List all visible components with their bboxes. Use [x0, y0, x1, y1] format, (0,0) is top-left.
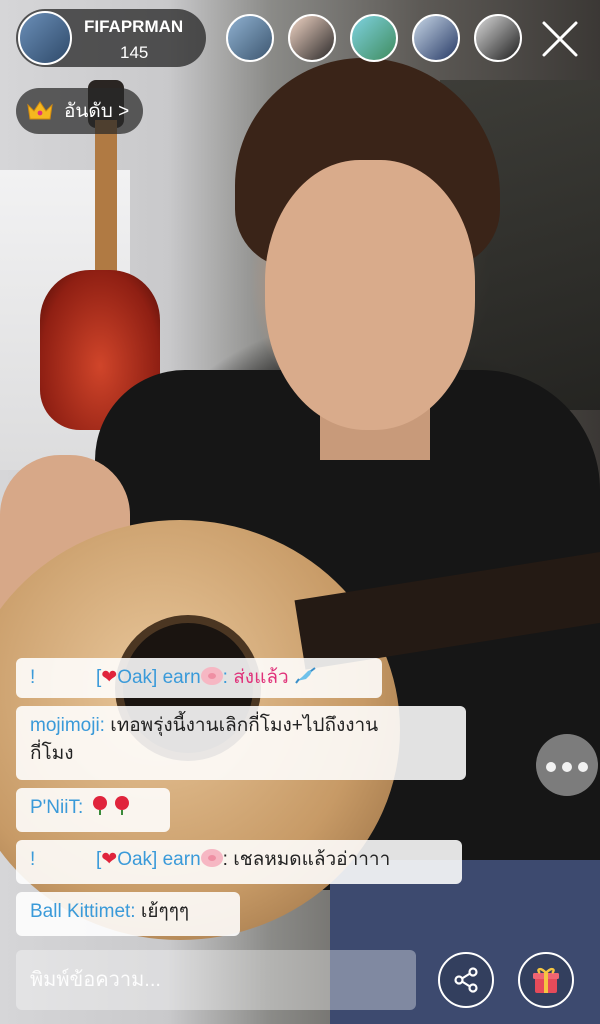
- rose-icon: [92, 796, 107, 815]
- pig-icon: [200, 667, 223, 685]
- live-stream-screen: FIFAPRMAN 145 อันดับ > ! [❤Oak] earn: ส่ง…: [0, 0, 600, 1024]
- chat-message: Ball Kittimet: เย้ๆๆๆ: [16, 892, 240, 936]
- share-button[interactable]: [438, 952, 494, 1008]
- more-icon: [578, 762, 588, 772]
- host-count: 145: [120, 43, 149, 62]
- close-button[interactable]: [536, 15, 584, 63]
- viewer-avatar[interactable]: [288, 14, 336, 62]
- more-icon: [562, 762, 572, 772]
- chat-username: Ball Kittimet:: [30, 901, 136, 922]
- viewer-avatar[interactable]: [226, 14, 274, 62]
- host-avatar[interactable]: [18, 11, 72, 65]
- chat-text: : เชลหมดแล้วอ่าาาา: [222, 849, 391, 870]
- more-button[interactable]: [536, 734, 598, 796]
- chat-message: P'NiiT:: [16, 788, 170, 832]
- chat-prefix: !: [30, 667, 36, 688]
- message-input-bar[interactable]: [16, 950, 416, 1010]
- close-icon: [542, 21, 578, 57]
- share-icon: [454, 967, 478, 993]
- chat-text-continued: กี่โมง: [30, 743, 74, 764]
- guitar-neck: [95, 120, 117, 290]
- host-name: FIFAPRMAN: [84, 17, 184, 36]
- more-icon: [546, 762, 556, 772]
- chat-prefix: !: [30, 849, 36, 870]
- chat-tag: Oak] earn: [117, 667, 201, 688]
- chat-text: เทอพรุ่งนี้งานเลิกกี่โมง+ไปถึงงาน: [110, 715, 379, 736]
- chat-text: ส่งแล้ว: [233, 667, 289, 688]
- streamer-face: [265, 160, 475, 430]
- viewer-avatar[interactable]: [474, 14, 522, 62]
- viewer-avatar[interactable]: [350, 14, 398, 62]
- chat-message: ! [❤Oak] earn: ส่งแล้ว: [16, 658, 382, 698]
- gift-icon: [533, 967, 559, 993]
- chat-message: ! [❤Oak] earn: เชลหมดแล้วอ่าาาา: [16, 840, 462, 884]
- pig-icon: [200, 849, 223, 867]
- viewer-avatar[interactable]: [412, 14, 460, 62]
- ranking-label: อันดับ >: [64, 101, 130, 122]
- chat-text: เย้ๆๆๆ: [140, 901, 190, 922]
- chat-username: mojimoji:: [30, 715, 105, 736]
- crown-icon: [26, 99, 54, 123]
- gift-button[interactable]: [518, 952, 574, 1008]
- chat-message: mojimoji: เทอพรุ่งนี้งานเลิกกี่โมง+ไปถึง…: [16, 706, 466, 780]
- ranking-button[interactable]: อันดับ >: [16, 88, 144, 134]
- chat-tag: Oak] earn: [117, 849, 201, 870]
- heart-icon: ❤: [101, 667, 118, 688]
- heart-icon: ❤: [101, 849, 118, 870]
- message-input[interactable]: [16, 950, 416, 1010]
- rose-icon: [114, 796, 129, 815]
- host-info[interactable]: FIFAPRMAN 145: [16, 9, 206, 67]
- candy-icon: [295, 667, 316, 684]
- chat-username: P'NiiT:: [30, 797, 84, 818]
